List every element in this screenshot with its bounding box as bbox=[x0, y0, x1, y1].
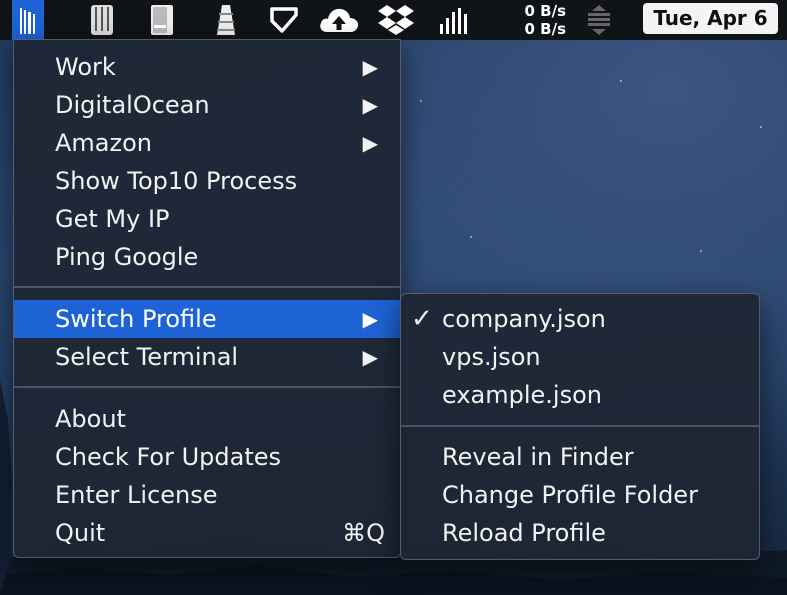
menu-item-label: company.json bbox=[442, 300, 606, 338]
menu-item-label: DigitalOcean bbox=[55, 86, 210, 124]
menu-item-ping-google[interactable]: Ping Google bbox=[14, 238, 400, 276]
menu-item-label: About bbox=[55, 400, 126, 438]
profile-item-company[interactable]: ✓ company.json bbox=[401, 300, 759, 338]
menu-separator bbox=[401, 425, 759, 427]
menu-item-select-terminal[interactable]: Select Terminal ▶ bbox=[14, 338, 400, 376]
profile-item-example[interactable]: example.json bbox=[401, 376, 759, 414]
menu-item-show-top10-process[interactable]: Show Top10 Process bbox=[14, 162, 400, 200]
menu-separator bbox=[14, 386, 400, 388]
app-menu-icon[interactable] bbox=[12, 0, 44, 40]
menu-item-label: Reload Profile bbox=[442, 514, 606, 552]
menu-item-label: Change Profile Folder bbox=[442, 476, 698, 514]
profile-item-vps[interactable]: vps.json bbox=[401, 338, 759, 376]
menu-item-enter-license[interactable]: Enter License bbox=[14, 476, 400, 514]
menu-item-label: Switch Profile bbox=[55, 300, 217, 338]
menu-item-label: vps.json bbox=[442, 338, 541, 376]
menu-item-label: Get My IP bbox=[55, 200, 170, 238]
cloud-upload-icon[interactable] bbox=[316, 0, 362, 40]
net-upload-speed: 0 B/s bbox=[508, 2, 566, 20]
menu-item-label: Quit bbox=[55, 514, 105, 552]
menu-item-label: example.json bbox=[442, 376, 602, 414]
menu-item-change-profile-folder[interactable]: Change Profile Folder bbox=[401, 476, 759, 514]
menu-item-label: Check For Updates bbox=[55, 438, 281, 476]
submenu-arrow-icon: ▶ bbox=[363, 86, 378, 124]
menu-item-label: Reveal in Finder bbox=[442, 438, 634, 476]
app-icon-4[interactable] bbox=[210, 0, 242, 40]
menu-item-check-for-updates[interactable]: Check For Updates bbox=[14, 438, 400, 476]
quit-shortcut: ⌘Q bbox=[342, 514, 385, 552]
menu-item-switch-profile[interactable]: Switch Profile ▶ bbox=[14, 300, 400, 338]
menu-item-reveal-in-finder[interactable]: Reveal in Finder bbox=[401, 438, 759, 476]
menu-item-amazon[interactable]: Amazon ▶ bbox=[14, 124, 400, 162]
dropbox-icon[interactable] bbox=[376, 0, 416, 40]
menu-item-get-my-ip[interactable]: Get My IP bbox=[14, 200, 400, 238]
main-dropdown-menu: Work ▶ DigitalOcean ▶ Amazon ▶ Show Top1… bbox=[13, 39, 401, 558]
submenu-arrow-icon: ▶ bbox=[363, 124, 378, 162]
submenu-arrow-icon: ▶ bbox=[363, 48, 378, 86]
menu-separator bbox=[14, 286, 400, 288]
submenu-arrow-icon: ▶ bbox=[363, 338, 378, 376]
tag-icon[interactable] bbox=[266, 0, 302, 40]
menu-item-work[interactable]: Work ▶ bbox=[14, 48, 400, 86]
checkmark-icon: ✓ bbox=[411, 300, 433, 338]
app-icon-2[interactable] bbox=[86, 0, 118, 40]
menu-item-label: Enter License bbox=[55, 476, 218, 514]
menu-item-digitalocean[interactable]: DigitalOcean ▶ bbox=[14, 86, 400, 124]
net-download-speed: 0 B/s bbox=[508, 20, 566, 38]
menu-item-reload-profile[interactable]: Reload Profile bbox=[401, 514, 759, 552]
menu-item-label: Show Top10 Process bbox=[55, 162, 297, 200]
signal-bars-icon[interactable] bbox=[436, 0, 472, 40]
app-icon-3[interactable] bbox=[146, 0, 178, 40]
menubar-date[interactable]: Tue, Apr 6 bbox=[643, 3, 778, 34]
menu-item-label: Ping Google bbox=[55, 238, 198, 276]
network-stats-icon[interactable] bbox=[582, 0, 616, 40]
network-speed-readout[interactable]: 0 B/s 0 B/s bbox=[508, 2, 566, 38]
submenu-arrow-icon: ▶ bbox=[363, 300, 378, 338]
menu-item-label: Amazon bbox=[55, 124, 152, 162]
switch-profile-submenu: ✓ company.json vps.json example.json Rev… bbox=[400, 293, 760, 560]
menu-item-label: Select Terminal bbox=[55, 338, 238, 376]
menu-bar: 0 B/s 0 B/s Tue, Apr 6 bbox=[0, 0, 787, 40]
menu-item-quit[interactable]: Quit ⌘Q bbox=[14, 514, 400, 552]
menu-item-about[interactable]: About bbox=[14, 400, 400, 438]
menu-item-label: Work bbox=[55, 48, 116, 86]
